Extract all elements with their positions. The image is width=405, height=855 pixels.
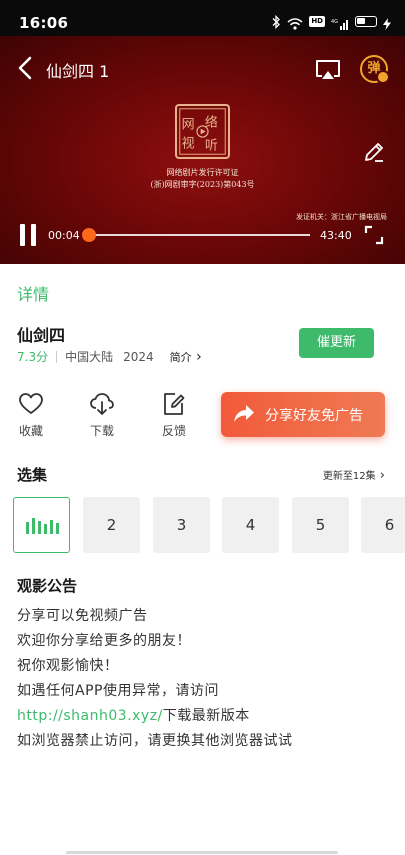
meta-divider xyxy=(56,350,58,363)
license-issuer: 发证机关：浙江省广播电视局 xyxy=(296,213,387,221)
episode-item[interactable]: 2 xyxy=(83,497,140,553)
bluetooth-icon xyxy=(271,14,281,30)
notice-url-link[interactable]: http://shanh03.xyz/ xyxy=(17,708,163,724)
favorite-label: 收藏 xyxy=(18,424,43,438)
license-title: 网络剧片发行许可证 xyxy=(166,168,239,177)
danmu-toggle-icon[interactable]: 弹 xyxy=(360,55,390,84)
video-player[interactable]: 仙剑四 1 弹 网 络 视 听 网络剧片发行许可证 (浙)网剧审字(2023)第… xyxy=(0,36,405,264)
show-meta: 7.3分 中国大陆 2024 简介 xyxy=(17,348,202,365)
now-playing-icon xyxy=(26,518,59,534)
episode-item[interactable]: 4 xyxy=(222,497,279,553)
notice-line: 祝你观影愉快！ xyxy=(17,658,119,674)
notice-line: 欢迎你分享给更多的朋友！ xyxy=(17,633,191,649)
heart-icon xyxy=(19,393,43,414)
year: 2024 xyxy=(123,349,154,364)
player-top-bar: 仙剑四 1 弹 xyxy=(0,36,405,100)
favorite-button[interactable]: 收藏 xyxy=(11,392,51,439)
notice-line: http://shanh03.xyz/下载最新版本 xyxy=(17,705,250,725)
notice-line: 如遇任何APP使用异常，请访问 xyxy=(17,683,219,699)
svg-text:听: 听 xyxy=(205,139,218,154)
cast-icon[interactable] xyxy=(314,58,342,82)
progress-bar[interactable] xyxy=(82,228,310,242)
signal-4g-icon: 4G xyxy=(331,15,349,30)
home-indicator[interactable] xyxy=(66,851,338,854)
player-title: 仙剑四 1 xyxy=(46,62,110,81)
feedback-edit-icon xyxy=(164,393,185,415)
total-time: 43:40 xyxy=(320,229,352,242)
svg-text:网: 网 xyxy=(182,117,195,132)
episode-item[interactable]: 6 xyxy=(361,497,405,553)
rating: 7.3分 xyxy=(17,350,49,364)
share-label: 分享好友免广告 xyxy=(265,408,363,424)
notice-title: 观影公告 xyxy=(17,577,78,595)
request-update-button[interactable]: 催更新 xyxy=(299,328,374,358)
svg-text:视: 视 xyxy=(182,137,195,152)
pause-icon[interactable] xyxy=(19,224,37,246)
svg-text:4G: 4G xyxy=(331,19,338,25)
share-arrow-icon xyxy=(234,405,254,422)
tab-details[interactable]: 详情 xyxy=(17,281,49,305)
license-seal-logo: 网 络 视 听 xyxy=(175,104,230,159)
battery-icon xyxy=(355,15,377,27)
license-number: (浙)网剧审字(2023)第043号 xyxy=(150,180,255,189)
feedback-label: 反馈 xyxy=(161,424,186,438)
feedback-button[interactable]: 反馈 xyxy=(154,392,194,439)
show-title: 仙剑四 xyxy=(17,326,66,345)
status-icons: HD 4G xyxy=(271,14,391,30)
wifi-icon xyxy=(287,15,303,30)
episodes-more-link[interactable]: 更新至12集 xyxy=(323,467,385,483)
episode-current[interactable] xyxy=(13,497,70,553)
fullscreen-icon[interactable] xyxy=(364,225,384,245)
charging-icon xyxy=(383,15,391,30)
download-button[interactable]: 下载 xyxy=(82,392,122,439)
notice-line: 分享可以免视频广告 xyxy=(17,608,148,624)
episodes-title: 选集 xyxy=(17,466,48,484)
share-to-friends-button[interactable]: 分享好友免广告 xyxy=(221,392,385,437)
status-time: 16:06 xyxy=(19,14,69,32)
region: 中国大陆 xyxy=(65,350,114,364)
hd-badge: HD xyxy=(309,15,325,27)
download-label: 下载 xyxy=(89,424,114,438)
notice-line: 如浏览器禁止访问，请更换其他浏览器试试 xyxy=(17,733,293,749)
episode-item[interactable]: 5 xyxy=(292,497,349,553)
current-time: 00:04 xyxy=(48,229,80,242)
pencil-icon[interactable] xyxy=(362,140,386,164)
notice-line-rest: 下载最新版本 xyxy=(162,708,250,724)
back-icon[interactable] xyxy=(16,56,36,80)
intro-link[interactable]: 简介 xyxy=(170,349,202,365)
cloud-download-icon xyxy=(90,393,114,415)
episode-list: 2 3 4 5 6 xyxy=(13,497,405,553)
episode-item[interactable]: 3 xyxy=(153,497,210,553)
progress-knob[interactable] xyxy=(82,228,97,242)
